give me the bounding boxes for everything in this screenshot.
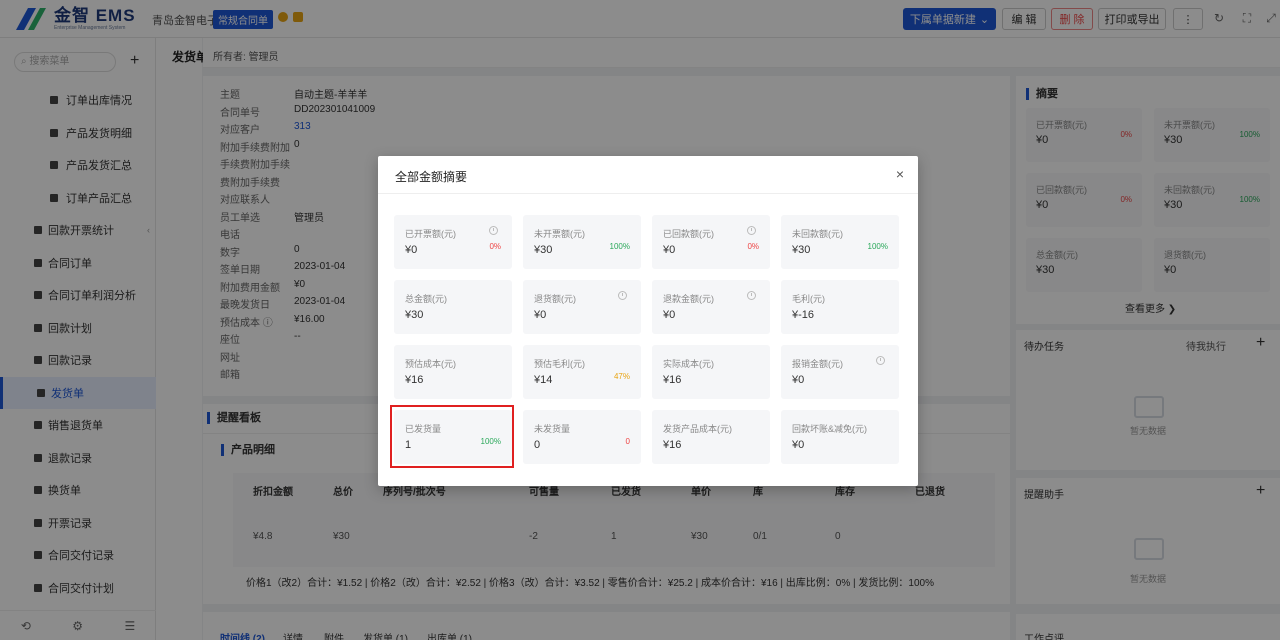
card-label: 回款坏账&减免(元): [792, 424, 867, 434]
card-label: 毛利(元): [792, 294, 825, 304]
card-value: ¥0: [792, 439, 805, 451]
card-label: 预估毛利(元): [534, 359, 585, 369]
card-value: ¥0: [534, 309, 547, 321]
amount-card: 退货额(元) ¥0: [523, 280, 641, 334]
close-icon[interactable]: ×: [896, 166, 904, 182]
amount-card: 未开票额(元) ¥30 100%: [523, 215, 641, 269]
card-value: 0: [534, 439, 541, 451]
card-value: ¥0: [663, 244, 676, 256]
card-label: 未回款额(元): [792, 229, 843, 239]
card-percent: 100%: [867, 242, 888, 251]
card-percent: 0%: [747, 242, 759, 251]
card-label: 已开票额(元): [405, 229, 456, 239]
card-value: ¥0: [663, 309, 676, 321]
amount-card: 报销金额(元) ¥0: [781, 345, 899, 399]
amount-card: 预估成本(元) ¥16: [394, 345, 512, 399]
modal-header: 全部金额摘要 ×: [378, 156, 918, 194]
card-value: ¥14: [534, 374, 553, 386]
card-label: 报销金额(元): [792, 359, 843, 369]
card-value: ¥16: [663, 374, 682, 386]
amount-card: 已开票额(元) ¥0 0%: [394, 215, 512, 269]
amount-card: 退款金额(元) ¥0: [652, 280, 770, 334]
amount-card: 回款坏账&减免(元) ¥0: [781, 410, 899, 464]
card-percent: 0%: [489, 242, 501, 251]
modal-title: 全部金额摘要: [395, 170, 468, 184]
card-value: ¥-16: [792, 309, 815, 321]
amount-card: 预估毛利(元) ¥14 47%: [523, 345, 641, 399]
card-percent: 0: [625, 437, 630, 446]
card-value: ¥30: [405, 309, 424, 321]
card-label: 未开票额(元): [534, 229, 585, 239]
clock-icon: [747, 226, 756, 235]
amount-card: 发货产品成本(元) ¥16: [652, 410, 770, 464]
card-value: ¥30: [792, 244, 811, 256]
amount-card: 未发货量 0 0: [523, 410, 641, 464]
highlight-box: [390, 405, 514, 468]
card-value: ¥0: [405, 244, 418, 256]
card-value: ¥30: [534, 244, 553, 256]
card-label: 已回款额(元): [663, 229, 714, 239]
card-label: 实际成本(元): [663, 359, 714, 369]
card-label: 预估成本(元): [405, 359, 456, 369]
clock-icon: [876, 356, 885, 365]
clock-icon: [618, 291, 627, 300]
amount-card: 总金额(元) ¥30: [394, 280, 512, 334]
card-label: 退款金额(元): [663, 294, 714, 304]
amount-card: 实际成本(元) ¥16: [652, 345, 770, 399]
amount-card: 未回款额(元) ¥30 100%: [781, 215, 899, 269]
card-label: 未发货量: [534, 424, 571, 434]
card-value: ¥16: [405, 374, 424, 386]
card-label: 总金额(元): [405, 294, 447, 304]
card-percent: 100%: [609, 242, 630, 251]
card-label: 发货产品成本(元): [663, 424, 732, 434]
clock-icon: [747, 291, 756, 300]
card-percent: 47%: [613, 372, 630, 381]
amount-card: 已回款额(元) ¥0 0%: [652, 215, 770, 269]
card-value: ¥16: [663, 439, 682, 451]
amount-card: 毛利(元) ¥-16: [781, 280, 899, 334]
clock-icon: [489, 226, 498, 235]
card-value: ¥0: [792, 374, 805, 386]
card-label: 退货额(元): [534, 294, 576, 304]
